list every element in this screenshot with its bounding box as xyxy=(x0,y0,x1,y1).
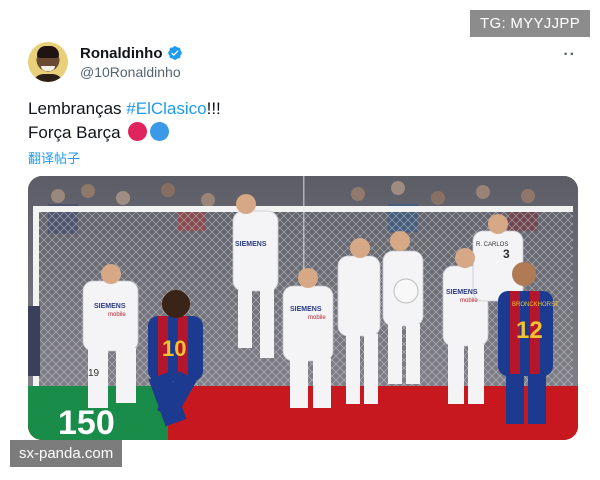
avatar[interactable] xyxy=(28,42,68,82)
player-name-rcarlos: R. CARLOS xyxy=(476,242,508,248)
sponsor-text-2: SIEMENS xyxy=(235,241,267,248)
red-heart-icon xyxy=(128,122,148,141)
player-name-bronckhorst: BRONCKHORST xyxy=(512,302,559,308)
football-photo: 150 SIEMENS SIEMENS SIEMENS SIEMENS mobi… xyxy=(28,176,578,440)
jersey-3: 3 xyxy=(503,247,510,261)
watermark-top: TG: MYYJJPP xyxy=(470,10,590,37)
author-handle[interactable]: @10Ronaldinho xyxy=(80,64,183,80)
more-options-icon[interactable]: ·· xyxy=(563,46,576,64)
tweet-header: Ronaldinho @10Ronaldinho ·· xyxy=(28,42,576,82)
verified-badge-icon xyxy=(167,46,182,60)
tweet-line-2: Força Barça xyxy=(28,121,576,145)
jersey-10: 10 xyxy=(162,336,186,361)
watermark-bottom: sx-panda.com xyxy=(10,440,123,467)
tweet-text: Lembranças #ElClasico!!! Força Barça xyxy=(28,97,576,145)
tweet-media-image[interactable]: 150 SIEMENS SIEMENS SIEMENS SIEMENS mobi… xyxy=(28,176,578,440)
football xyxy=(393,278,419,304)
translate-post-link[interactable]: 翻译帖子 xyxy=(28,148,80,167)
sponsor-text-4: SIEMENS xyxy=(446,289,478,296)
sponsor-text-1: SIEMENS xyxy=(94,303,126,310)
tweet-line-1: Lembranças #ElClasico!!! xyxy=(28,99,221,118)
author-info: Ronaldinho @10Ronaldinho xyxy=(80,45,183,80)
sponsor-sub-2: mobile xyxy=(308,315,326,321)
blue-heart-icon xyxy=(150,122,170,141)
board-text: 150 xyxy=(58,404,115,440)
jersey-19: 19 xyxy=(88,368,100,379)
tweet-card: Ronaldinho @10Ronaldinho ·· Lembranças #… xyxy=(28,42,576,168)
jersey-12: 12 xyxy=(516,317,543,344)
sponsor-sub-1: mobile xyxy=(108,312,126,318)
sponsor-text-3: SIEMENS xyxy=(290,306,322,313)
sponsor-sub-3: mobile xyxy=(460,298,478,304)
display-name[interactable]: Ronaldinho xyxy=(80,45,163,62)
hashtag-link[interactable]: #ElClasico xyxy=(126,99,206,118)
